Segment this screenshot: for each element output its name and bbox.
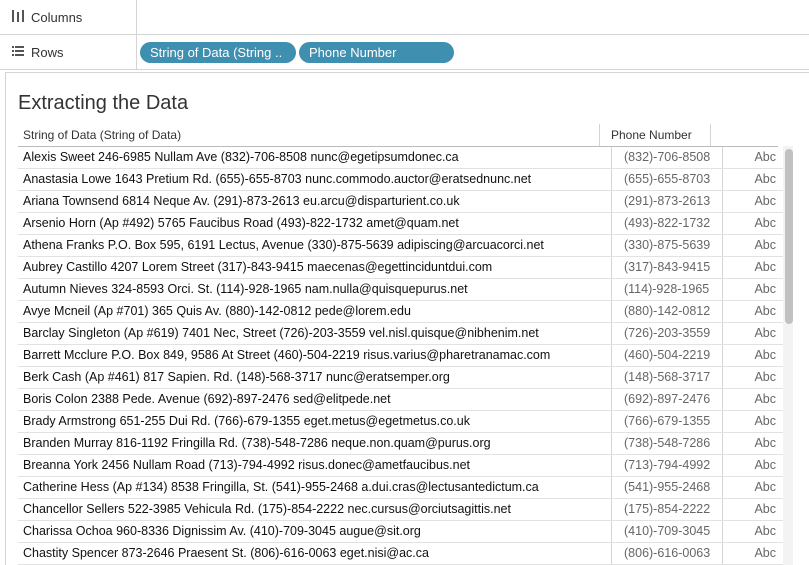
- phone-number-cell[interactable]: (832)-706-8508: [611, 147, 723, 168]
- table-row[interactable]: Arsenio Horn (Ap #492) 5765 Faucibus Roa…: [18, 213, 784, 235]
- phone-number-cell[interactable]: (738)-548-7286: [611, 433, 723, 454]
- phone-number-cell[interactable]: (806)-616-0063: [611, 543, 723, 564]
- table-row[interactable]: Avye Mcneil (Ap #701) 365 Quis Av. (880)…: [18, 301, 784, 323]
- table-row[interactable]: Charissa Ochoa 960-8336 Dignissim Av. (4…: [18, 521, 784, 543]
- table-row[interactable]: Breanna York 2456 Nullam Road (713)-794-…: [18, 455, 784, 477]
- phone-number-cell[interactable]: (655)-655-8703: [611, 169, 723, 190]
- string-of-data-cell[interactable]: Brady Armstrong 651-255 Dui Rd. (766)-67…: [23, 411, 606, 432]
- text-mark-cell[interactable]: Abc: [724, 213, 782, 234]
- phone-number-cell[interactable]: (541)-955-2468: [611, 477, 723, 498]
- table-row[interactable]: Autumn Nieves 324-8593 Orci. St. (114)-9…: [18, 279, 784, 301]
- rows-shelf: Rows String of Data (String .. Phone Num…: [0, 35, 809, 70]
- table-row[interactable]: Chastity Spencer 873-2646 Praesent St. (…: [18, 543, 784, 565]
- worksheet-title: Extracting the Data: [18, 92, 189, 114]
- text-mark-cell[interactable]: Abc: [724, 279, 782, 300]
- string-of-data-cell[interactable]: Catherine Hess (Ap #134) 8538 Fringilla,…: [23, 477, 606, 498]
- rows-shelf-label: Rows: [0, 35, 137, 69]
- columns-label: Columns: [31, 9, 83, 25]
- phone-number-cell[interactable]: (692)-897-2476: [611, 389, 723, 410]
- table-row[interactable]: Athena Franks P.O. Box 595, 6191 Lectus,…: [18, 235, 784, 257]
- string-of-data-cell[interactable]: Arsenio Horn (Ap #492) 5765 Faucibus Roa…: [23, 213, 606, 234]
- header-string-of-data[interactable]: String of Data (String of Data): [18, 124, 603, 146]
- string-of-data-cell[interactable]: Avye Mcneil (Ap #701) 365 Quis Av. (880)…: [23, 301, 606, 322]
- table-row[interactable]: Aubrey Castillo 4207 Lorem Street (317)-…: [18, 257, 784, 279]
- worksheet-view: Extracting the Data String of Data (Stri…: [5, 72, 809, 565]
- text-mark-cell[interactable]: Abc: [724, 147, 782, 168]
- phone-number-cell[interactable]: (148)-568-3717: [611, 367, 723, 388]
- text-mark-cell[interactable]: Abc: [724, 323, 782, 344]
- text-mark-cell[interactable]: Abc: [724, 543, 782, 564]
- string-of-data-cell[interactable]: Anastasia Lowe 1643 Pretium Rd. (655)-65…: [23, 169, 606, 190]
- text-mark-cell[interactable]: Abc: [724, 433, 782, 454]
- text-mark-cell[interactable]: Abc: [724, 455, 782, 476]
- phone-number-cell[interactable]: (726)-203-3559: [611, 323, 723, 344]
- phone-number-cell[interactable]: (410)-709-3045: [611, 521, 723, 542]
- table-row[interactable]: Barrett Mcclure P.O. Box 849, 9586 At St…: [18, 345, 784, 367]
- text-mark-cell[interactable]: Abc: [724, 521, 782, 542]
- rows-pill-phone-number[interactable]: Phone Number: [299, 41, 454, 63]
- rows-drop-area[interactable]: String of Data (String .. Phone Number: [137, 35, 809, 69]
- rows-icon: [12, 45, 24, 60]
- string-of-data-cell[interactable]: Charissa Ochoa 960-8336 Dignissim Av. (4…: [23, 521, 606, 542]
- table-row[interactable]: Berk Cash (Ap #461) 817 Sapien. Rd. (148…: [18, 367, 784, 389]
- text-mark-cell[interactable]: Abc: [724, 301, 782, 322]
- table-body: Alexis Sweet 246-6985 Nullam Ave (832)-7…: [18, 147, 784, 565]
- vertical-scrollbar[interactable]: [783, 146, 793, 565]
- table-row[interactable]: Branden Murray 816-1192 Fringilla Rd. (7…: [18, 433, 784, 455]
- rows-pill-string-of-data[interactable]: String of Data (String ..: [140, 41, 296, 63]
- phone-number-cell[interactable]: (330)-875-5639: [611, 235, 723, 256]
- string-of-data-cell[interactable]: Aubrey Castillo 4207 Lorem Street (317)-…: [23, 257, 606, 278]
- table-row[interactable]: Anastasia Lowe 1643 Pretium Rd. (655)-65…: [18, 169, 784, 191]
- text-mark-cell[interactable]: Abc: [724, 411, 782, 432]
- string-of-data-cell[interactable]: Athena Franks P.O. Box 595, 6191 Lectus,…: [23, 235, 606, 256]
- phone-number-cell[interactable]: (291)-873-2613: [611, 191, 723, 212]
- string-of-data-cell[interactable]: Boris Colon 2388 Pede. Avenue (692)-897-…: [23, 389, 606, 410]
- phone-number-cell[interactable]: (114)-928-1965: [611, 279, 723, 300]
- string-of-data-cell[interactable]: Barrett Mcclure P.O. Box 849, 9586 At St…: [23, 345, 606, 366]
- columns-shelf-label: Columns: [0, 0, 137, 34]
- table-row[interactable]: Ariana Townsend 6814 Neque Av. (291)-873…: [18, 191, 784, 213]
- text-mark-cell[interactable]: Abc: [724, 169, 782, 190]
- text-mark-cell[interactable]: Abc: [724, 345, 782, 366]
- phone-number-cell[interactable]: (493)-822-1732: [611, 213, 723, 234]
- table-row[interactable]: Brady Armstrong 651-255 Dui Rd. (766)-67…: [18, 411, 784, 433]
- text-mark-cell[interactable]: Abc: [724, 235, 782, 256]
- string-of-data-cell[interactable]: Ariana Townsend 6814 Neque Av. (291)-873…: [23, 191, 606, 212]
- phone-number-cell[interactable]: (713)-794-4992: [611, 455, 723, 476]
- string-of-data-cell[interactable]: Autumn Nieves 324-8593 Orci. St. (114)-9…: [23, 279, 606, 300]
- table-row[interactable]: Barclay Singleton (Ap #619) 7401 Nec, St…: [18, 323, 784, 345]
- columns-shelf: Columns: [0, 0, 809, 35]
- phone-number-cell[interactable]: (460)-504-2219: [611, 345, 723, 366]
- phone-number-cell[interactable]: (175)-854-2222: [611, 499, 723, 520]
- header-phone-number[interactable]: Phone Number: [599, 124, 711, 146]
- text-mark-cell[interactable]: Abc: [724, 477, 782, 498]
- table-row[interactable]: Alexis Sweet 246-6985 Nullam Ave (832)-7…: [18, 147, 784, 169]
- rows-label: Rows: [31, 44, 64, 60]
- text-mark-cell[interactable]: Abc: [724, 389, 782, 410]
- table-row[interactable]: Boris Colon 2388 Pede. Avenue (692)-897-…: [18, 389, 784, 411]
- text-mark-cell[interactable]: Abc: [724, 499, 782, 520]
- text-mark-cell[interactable]: Abc: [724, 257, 782, 278]
- text-mark-cell[interactable]: Abc: [724, 191, 782, 212]
- phone-number-cell[interactable]: (880)-142-0812: [611, 301, 723, 322]
- string-of-data-cell[interactable]: Breanna York 2456 Nullam Road (713)-794-…: [23, 455, 606, 476]
- string-of-data-cell[interactable]: Barclay Singleton (Ap #619) 7401 Nec, St…: [23, 323, 606, 344]
- table-row[interactable]: Catherine Hess (Ap #134) 8538 Fringilla,…: [18, 477, 784, 499]
- string-of-data-cell[interactable]: Chancellor Sellers 522-3985 Vehicula Rd.…: [23, 499, 606, 520]
- text-mark-cell[interactable]: Abc: [724, 367, 782, 388]
- phone-number-cell[interactable]: (766)-679-1355: [611, 411, 723, 432]
- columns-icon: [12, 9, 24, 25]
- table-row[interactable]: Chancellor Sellers 522-3985 Vehicula Rd.…: [18, 499, 784, 521]
- string-of-data-cell[interactable]: Chastity Spencer 873-2646 Praesent St. (…: [23, 543, 606, 564]
- phone-number-cell[interactable]: (317)-843-9415: [611, 257, 723, 278]
- columns-drop-area[interactable]: [137, 0, 809, 34]
- string-of-data-cell[interactable]: Branden Murray 816-1192 Fringilla Rd. (7…: [23, 433, 606, 454]
- string-of-data-cell[interactable]: Berk Cash (Ap #461) 817 Sapien. Rd. (148…: [23, 367, 606, 388]
- string-of-data-cell[interactable]: Alexis Sweet 246-6985 Nullam Ave (832)-7…: [23, 147, 606, 168]
- scrollbar-thumb[interactable]: [785, 149, 793, 324]
